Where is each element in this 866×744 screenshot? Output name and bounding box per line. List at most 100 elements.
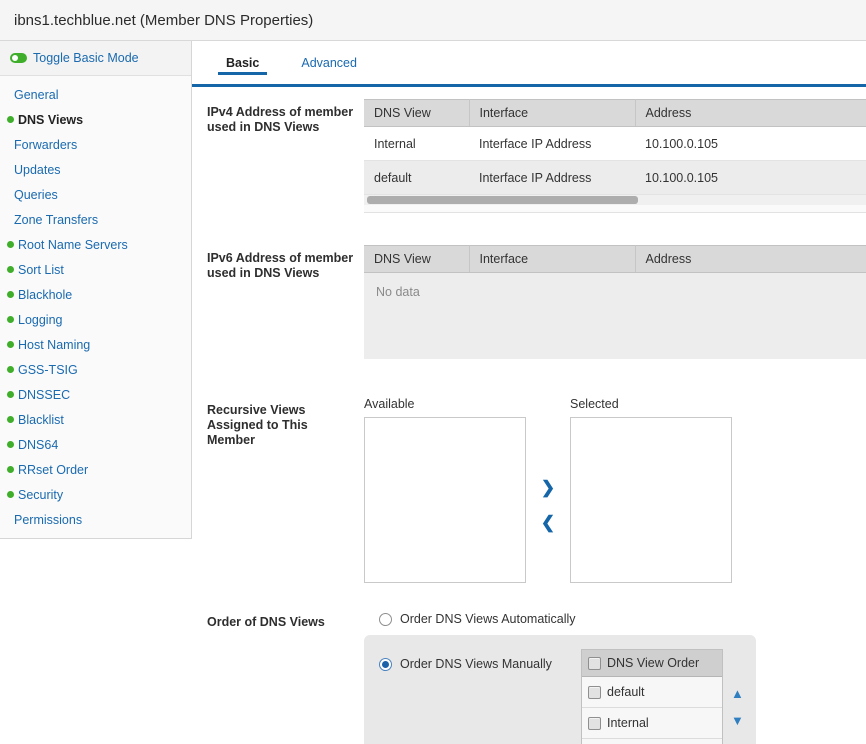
sidebar-item-general[interactable]: General xyxy=(0,82,191,107)
sidebar-item-label: Sort List xyxy=(18,263,64,277)
sidebar-item-zone-transfers[interactable]: Zone Transfers xyxy=(0,207,191,232)
ipv6-col-dns-view[interactable]: DNS View xyxy=(364,246,469,273)
sidebar-nav: General DNS Views Forwarders Updates Que… xyxy=(0,76,191,539)
member-dns-properties-window: ibns1.techblue.net (Member DNS Propertie… xyxy=(0,0,866,744)
sidebar-item-security[interactable]: Security xyxy=(0,482,191,507)
order-row-label: default xyxy=(607,685,645,699)
table-footer xyxy=(364,205,866,213)
ipv6-col-address[interactable]: Address xyxy=(635,246,866,273)
order-auto-label: Order DNS Views Automatically xyxy=(400,612,576,626)
scrollbar-thumb[interactable] xyxy=(367,196,638,204)
ipv6-empty-state: No data xyxy=(364,273,866,359)
move-down-button[interactable]: ▼ xyxy=(731,714,744,727)
status-dot-icon xyxy=(7,241,14,248)
sidebar-item-label: Logging xyxy=(18,313,63,327)
order-auto-option[interactable]: Order DNS Views Automatically xyxy=(379,609,866,629)
ipv4-section-label: IPv4 Address of member used in DNS Views xyxy=(207,99,355,213)
sidebar-item-label: Zone Transfers xyxy=(14,213,98,227)
tab-basic[interactable]: Basic xyxy=(214,41,271,84)
sidebar-item-dns64[interactable]: DNS64 xyxy=(0,432,191,457)
ipv4-col-interface[interactable]: Interface xyxy=(469,100,635,127)
ipv6-section: IPv6 Address of member used in DNS Views… xyxy=(192,245,866,359)
sidebar-item-sort-list[interactable]: Sort List xyxy=(0,257,191,282)
cell-interface: Interface IP Address xyxy=(469,161,635,195)
sidebar-item-rrset-order[interactable]: RRset Order xyxy=(0,457,191,482)
order-table-header: DNS View Order xyxy=(582,650,722,677)
sidebar-item-queries[interactable]: Queries xyxy=(0,182,191,207)
sidebar-item-label: Queries xyxy=(14,188,58,202)
selected-label: Selected xyxy=(570,397,732,411)
sidebar-item-label: Blackhole xyxy=(18,288,72,302)
sidebar-item-host-naming[interactable]: Host Naming xyxy=(0,332,191,357)
order-table-header-label: DNS View Order xyxy=(607,656,699,670)
no-data-text: No data xyxy=(376,285,420,299)
dns-view-order-table: DNS View Order default Internal xyxy=(581,649,723,744)
sidebar-item-blacklist[interactable]: Blacklist xyxy=(0,407,191,432)
toggle-basic-mode-label: Toggle Basic Mode xyxy=(33,51,139,65)
sidebar-item-label: RRset Order xyxy=(18,463,88,477)
move-left-button[interactable]: ❮ xyxy=(541,514,555,531)
sidebar-item-label: Updates xyxy=(14,163,61,177)
ipv4-section: IPv4 Address of member used in DNS Views… xyxy=(192,99,866,213)
sidebar-item-permissions[interactable]: Permissions xyxy=(0,507,191,532)
status-dot-icon xyxy=(7,291,14,298)
status-dot-icon xyxy=(7,491,14,498)
order-manual-label: Order DNS Views Manually xyxy=(400,657,552,671)
ipv6-table: DNS View Interface Address xyxy=(364,245,866,273)
sidebar-item-logging[interactable]: Logging xyxy=(0,307,191,332)
status-dot-icon xyxy=(7,266,14,273)
available-label: Available xyxy=(364,397,526,411)
status-dot-icon xyxy=(7,341,14,348)
available-listbox[interactable] xyxy=(364,417,526,583)
tab-bar: Basic Advanced xyxy=(192,41,866,84)
recursive-views-label: Recursive Views Assigned to This Member xyxy=(207,397,355,583)
cell-dns-view: Internal xyxy=(364,127,469,161)
radio-unselected-icon[interactable] xyxy=(379,613,392,626)
move-up-button[interactable]: ▲ xyxy=(731,687,744,700)
tab-advanced[interactable]: Advanced xyxy=(289,41,369,84)
sidebar-item-forwarders[interactable]: Forwarders xyxy=(0,132,191,157)
table-row[interactable]: default Interface IP Address 10.100.0.10… xyxy=(364,161,866,195)
sidebar-item-label: Root Name Servers xyxy=(18,238,128,252)
window-titlebar: ibns1.techblue.net (Member DNS Propertie… xyxy=(0,0,866,41)
sidebar-item-gss-tsig[interactable]: GSS-TSIG xyxy=(0,357,191,382)
order-manual-option[interactable]: Order DNS Views Manually xyxy=(379,654,581,674)
ipv4-col-dns-view[interactable]: DNS View xyxy=(364,100,469,127)
row-checkbox[interactable] xyxy=(588,717,601,730)
horizontal-scrollbar[interactable] xyxy=(364,195,866,205)
recursive-views-section: Recursive Views Assigned to This Member … xyxy=(192,397,866,583)
order-row-default[interactable]: default xyxy=(582,677,722,708)
sidebar-item-label: DNS Views xyxy=(18,113,83,127)
status-dot-icon xyxy=(7,316,14,323)
ipv4-table: DNS View Interface Address Internal Inte… xyxy=(364,99,866,195)
toggle-basic-mode-button[interactable]: Toggle Basic Mode xyxy=(0,41,191,76)
sidebar-item-root-name-servers[interactable]: Root Name Servers xyxy=(0,232,191,257)
table-row[interactable]: Internal Interface IP Address 10.100.0.1… xyxy=(364,127,866,161)
cell-interface: Interface IP Address xyxy=(469,127,635,161)
sidebar-item-label: Security xyxy=(18,488,63,502)
main-content: Basic Advanced IPv4 Address of member us… xyxy=(192,41,866,744)
status-dot-icon xyxy=(7,391,14,398)
manual-order-panel: Order DNS Views Manually DNS View Order … xyxy=(364,635,756,744)
sidebar-item-label: DNSSEC xyxy=(18,388,70,402)
sidebar-item-blackhole[interactable]: Blackhole xyxy=(0,282,191,307)
order-row-internal[interactable]: Internal xyxy=(582,708,722,739)
ipv6-col-interface[interactable]: Interface xyxy=(469,246,635,273)
sidebar-item-dnssec[interactable]: DNSSEC xyxy=(0,382,191,407)
sidebar-item-updates[interactable]: Updates xyxy=(0,157,191,182)
row-checkbox[interactable] xyxy=(588,686,601,699)
order-section-label: Order of DNS Views xyxy=(207,609,355,744)
select-all-checkbox[interactable] xyxy=(588,657,601,670)
selected-listbox[interactable] xyxy=(570,417,732,583)
ipv4-col-address[interactable]: Address xyxy=(635,100,866,127)
sidebar-item-label: General xyxy=(14,88,58,102)
radio-selected-icon[interactable] xyxy=(379,658,392,671)
ipv6-section-label: IPv6 Address of member used in DNS Views xyxy=(207,245,355,359)
cell-address: 10.100.0.105 xyxy=(635,161,866,195)
status-dot-icon xyxy=(7,366,14,373)
order-row-label: Internal xyxy=(607,716,649,730)
move-right-button[interactable]: ❯ xyxy=(541,479,555,496)
toggle-on-icon xyxy=(10,53,27,63)
sidebar-item-dns-views[interactable]: DNS Views xyxy=(0,107,191,132)
page-title: ibns1.techblue.net (Member DNS Propertie… xyxy=(14,12,313,29)
